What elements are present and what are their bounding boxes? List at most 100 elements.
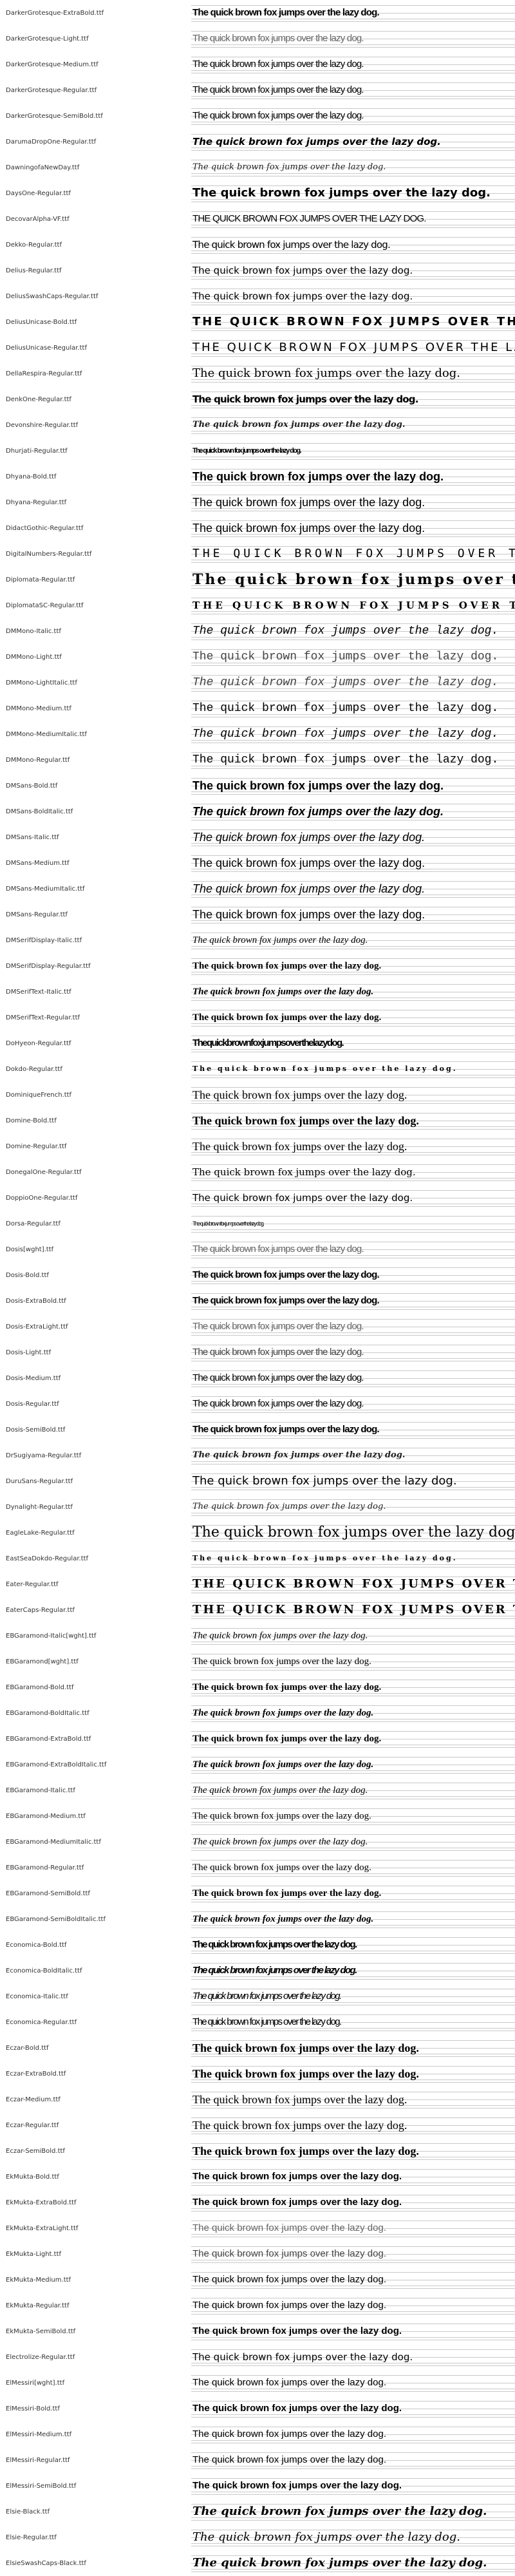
guide-line [191,1927,515,1928]
sample-area: Thequickbrownfoxjumpsoverthelazydog. [191,1030,515,1056]
font-row: Dosis-ExtraLight.ttf The quick brown fox … [0,1314,515,1340]
font-file-name: EBGaramond-Regular.ttf [6,1864,84,1871]
sample-area: The quick brown fox jumps over the lazy … [191,1984,515,2009]
font-row: DeliusUnicase-Regular.ttf THE QUICK BROWN… [0,335,515,361]
font-file-name: DMMono-MediumItalic.ttf [6,730,87,738]
sample-area: The quick brown fox jumps over the lazy … [191,1288,515,1314]
sample-text: The quick brown fox jumps over the lazy … [192,1708,374,1718]
sample-text: The quick brown fox jumps over the lazy … [192,162,386,172]
font-file-name: Dhurjati-Regular.ttf [6,447,68,455]
font-row: EkMukta-Bold.ttf The quick brown fox jump… [0,2164,515,2190]
guide-line [191,96,515,97]
sample-area: THE QUICK BROWN FOX JUMPS OVER THE LAZY … [191,592,515,618]
guide-line [191,330,515,331]
guide-line [191,2494,515,2495]
sample-text: THE QUICK BROWN FOX JUMPS OVER THE LAZY … [192,600,515,611]
font-row: DarkerGrotesque-SemiBold.ttf The quick br… [0,103,515,129]
sample-area: The quick brown fox jumps over the lazy … [191,2396,515,2421]
sample-area: The quick brown fox jumps over the lazy … [191,26,515,52]
font-row: EkMukta-ExtraLight.ttf The quick brown fo… [0,2215,515,2241]
font-row: Dosis-Bold.ttf The quick brown fox jumps … [0,1262,515,1288]
font-row: EBGaramond[wght].ttf The quick brown fox … [0,1649,515,1674]
font-row: Dosis-Medium.ttf The quick brown fox jump… [0,1365,515,1391]
guide-line [191,2262,515,2263]
guide-line [191,44,515,45]
font-row: DMSans-Italic.ttf The quick brown fox jum… [0,824,515,850]
guide-line [191,1438,515,1439]
sample-area: The quick brown fox jumps over the lazy … [191,1674,515,1700]
guide-line [191,1796,515,1797]
sample-area: The quick brown fox jumps over the lazy … [191,902,515,927]
sample-area: The quick brown fox jumps over the lazy … [191,1752,515,1777]
sample-area: The quick brown fox jumps over the lazy … [191,927,515,953]
sample-text: The quick brown fox jumps over the lazy … [192,2505,487,2518]
font-row: DMMono-Italic.ttf The quick brown fox jum… [0,618,515,644]
sample-text: The quick brown fox jumps over the lazy … [192,2067,419,2080]
sample-text: The quick brown fox jumps over the lazy … [192,1065,458,1073]
font-file-name: EBGaramond-SemiBoldItalic.ttf [6,1915,106,1923]
guide-line [191,253,515,254]
sample-text: The quick brown fox jumps over the lazy … [192,239,391,251]
sample-area: The quick brown fox jumps over the lazy … [191,515,515,541]
font-row: ElsieSwashCaps-Black.ttf The quick brown … [0,2550,515,2576]
guide-line [191,1281,515,1282]
guide-line [191,1747,515,1748]
guide-line [191,623,515,624]
guide-line [191,1206,515,1207]
guide-line [191,147,515,148]
sample-area: The quick brown fox jumps over the lazy … [191,2344,515,2370]
sample-text: The quick brown fox jumps over the lazy … [192,290,413,302]
font-row: Dosis-ExtraBold.ttf The quick brown fox j… [0,1288,515,1314]
guide-line [191,173,515,174]
font-row: Economica-BoldItalic.ttf The quick brown … [0,1958,515,1984]
sample-area: The quick brown fox jumps over the lazy … [191,618,515,644]
sample-area: The quick brown fox jumps over the lazy … [191,52,515,77]
font-file-name: DrSugiyama-Regular.ttf [6,1452,82,1459]
sample-text: The quick brown fox jumps over the lazy … [192,2119,407,2132]
guide-line [191,1412,515,1413]
font-file-name: DuruSans-Regular.ttf [6,1477,73,1485]
sample-text: The quick brown fox jumps over the lazy … [192,2197,402,2208]
guide-line [191,1850,515,1851]
font-row: Dhyana-Bold.ttf The quick brown fox jumps… [0,464,515,489]
font-row: DenkOne-Regular.ttf The quick brown fox j… [0,386,515,412]
font-row: Dhyana-Regular.ttf The quick brown fox ju… [0,489,515,515]
font-row: ElMessiri-Medium.ttf The quick brown fox … [0,2421,515,2447]
font-file-name: EkMukta-ExtraLight.ttf [6,2224,79,2232]
guide-line [191,1925,515,1926]
sample-area: The quick brown fox jumps over the lazy … [191,2009,515,2035]
guide-line [191,124,515,125]
font-row: Devonshire-Regular.ttf The quick brown fo… [0,412,515,438]
font-row: EastSeaDokdo-Regular.ttf The quick brown … [0,1546,515,1571]
font-file-name: ElMessiri-Bold.ttf [6,2405,60,2412]
font-row: Eczar-Bold.ttf The quick brown fox jumps … [0,2035,515,2061]
font-row: DecovarAlpha-VF.ttf THE QUICK BROWN FOX J… [0,206,515,232]
font-file-name: DMMono-Medium.ttf [6,705,71,712]
font-row: EBGaramond-MediumItalic.ttf The quick bro… [0,1829,515,1855]
sample-area: The quick brown fox jumps over the lazy … [191,567,515,592]
guide-line [191,2466,515,2467]
sample-area: The quick brown fox jumps over the lazy … [191,2318,515,2344]
guide-line [191,1834,515,1835]
sample-area: The quick brown fox jumps over the lazy … [191,386,515,412]
guide-line [191,2478,515,2479]
font-file-name: Economica-Bold.ttf [6,1941,67,1949]
font-row: EBGaramond-SemiBold.ttf The quick brown f… [0,1880,515,1906]
guide-line [191,276,515,277]
sample-area: The quick brown fox jumps over the lazy … [191,876,515,902]
font-file-name: Elsie-Black.ttf [6,2508,50,2515]
sample-text: The quick brown fox jumps over the lazy … [192,496,426,509]
font-file-name: EBGaramond-Bold.ttf [6,1683,74,1691]
sample-text: The quick brown fox jumps over the lazy … [192,1631,368,1641]
font-file-name: EkMukta-ExtraBold.ttf [6,2199,77,2206]
font-row: Elsie-Black.ttf The quick brown fox jumps… [0,2499,515,2524]
sample-area: The quick brown fox jumps over the lazy … [191,155,515,180]
sample-text: The quick brown fox jumps over the lazy … [192,1220,265,1227]
font-file-name: DominiqueFrench.ttf [6,1091,72,1099]
font-row: EBGaramond-SemiBoldItalic.ttf The quick b… [0,1906,515,1932]
sample-text: The quick brown fox jumps over the lazy … [192,882,426,895]
guide-line [191,2208,515,2209]
guide-line [191,47,515,48]
guide-line [191,5,515,6]
font-file-name: EBGaramond-SemiBold.ttf [6,1889,90,1897]
